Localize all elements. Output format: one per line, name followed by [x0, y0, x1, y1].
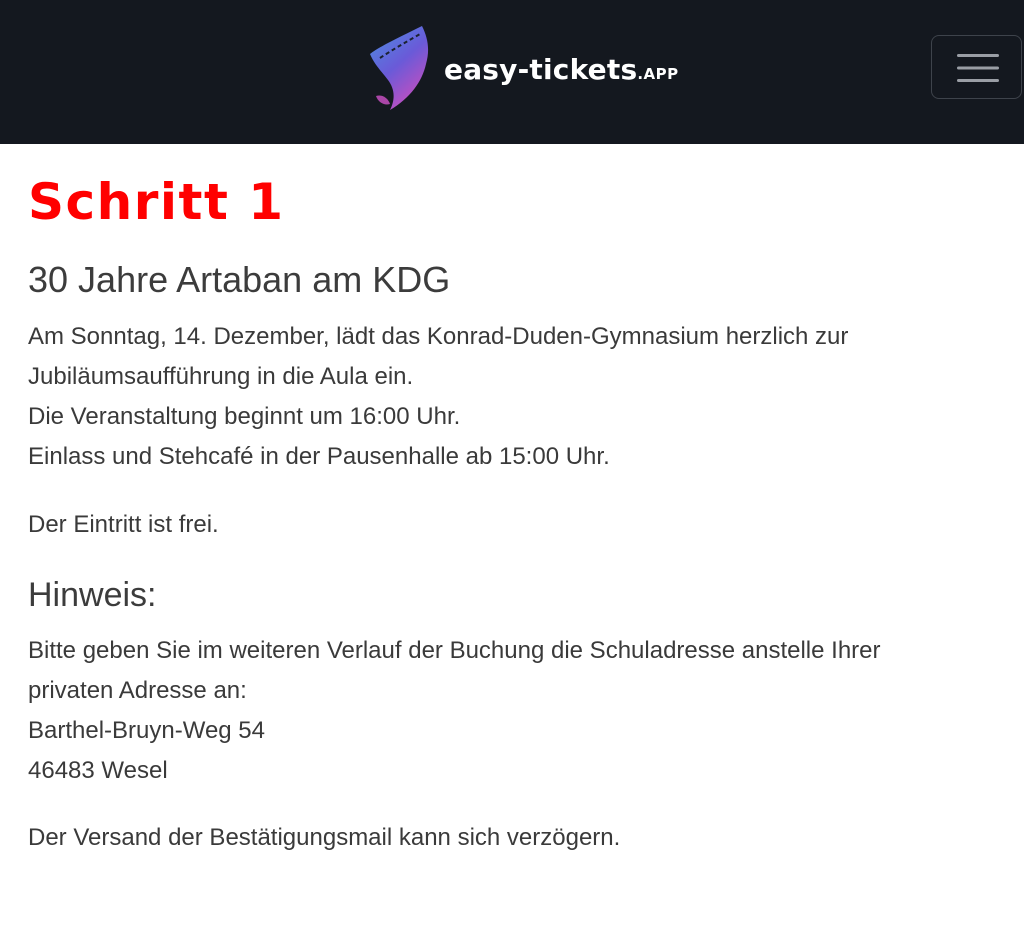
menu-toggle-button[interactable] — [931, 35, 1022, 99]
hint-line: privaten Adresse an: — [28, 677, 247, 704]
top-navbar: easy-tickets.APP — [0, 0, 1024, 144]
description-line: Einlass und Stehcafé in der Pausenhalle … — [28, 443, 610, 470]
description-line: Jubiläumsaufführung in die Aula ein. — [28, 363, 414, 390]
mail-note-line: Der Versand der Bestätigungsmail kann si… — [28, 824, 621, 851]
event-title: 30 Jahre Artaban am KDG — [28, 259, 451, 300]
step-title: Schritt 1 — [28, 173, 285, 231]
brand-link[interactable]: easy-tickets.APP — [366, 24, 679, 114]
brand-tld: .APP — [637, 64, 679, 83]
admission-text: Der Eintritt ist frei. — [28, 505, 219, 545]
mail-note: Der Versand der Bestätigungsmail kann si… — [28, 818, 620, 858]
description-line: Am Sonntag, 14. Dezember, lädt das Konra… — [28, 323, 849, 350]
admission-line: Der Eintritt ist frei. — [28, 511, 219, 538]
ticket-logo-icon — [370, 26, 429, 110]
hint-title: Hinweis: — [28, 576, 157, 614]
event-description: Am Sonntag, 14. Dezember, lädt das Konra… — [28, 317, 848, 477]
hamburger-icon — [957, 54, 999, 82]
hint-text: Bitte geben Sie im weiteren Verlauf der … — [28, 631, 881, 791]
address-city: 46483 Wesel — [28, 757, 168, 784]
description-line: Die Veranstaltung beginnt um 16:00 Uhr. — [28, 403, 461, 430]
address-street: Barthel-Bruyn-Weg 54 — [28, 717, 265, 744]
brand-name: easy-tickets.APP — [444, 53, 679, 86]
brand-name-main: easy-tickets — [444, 52, 638, 86]
hint-line: Bitte geben Sie im weiteren Verlauf der … — [28, 637, 881, 664]
